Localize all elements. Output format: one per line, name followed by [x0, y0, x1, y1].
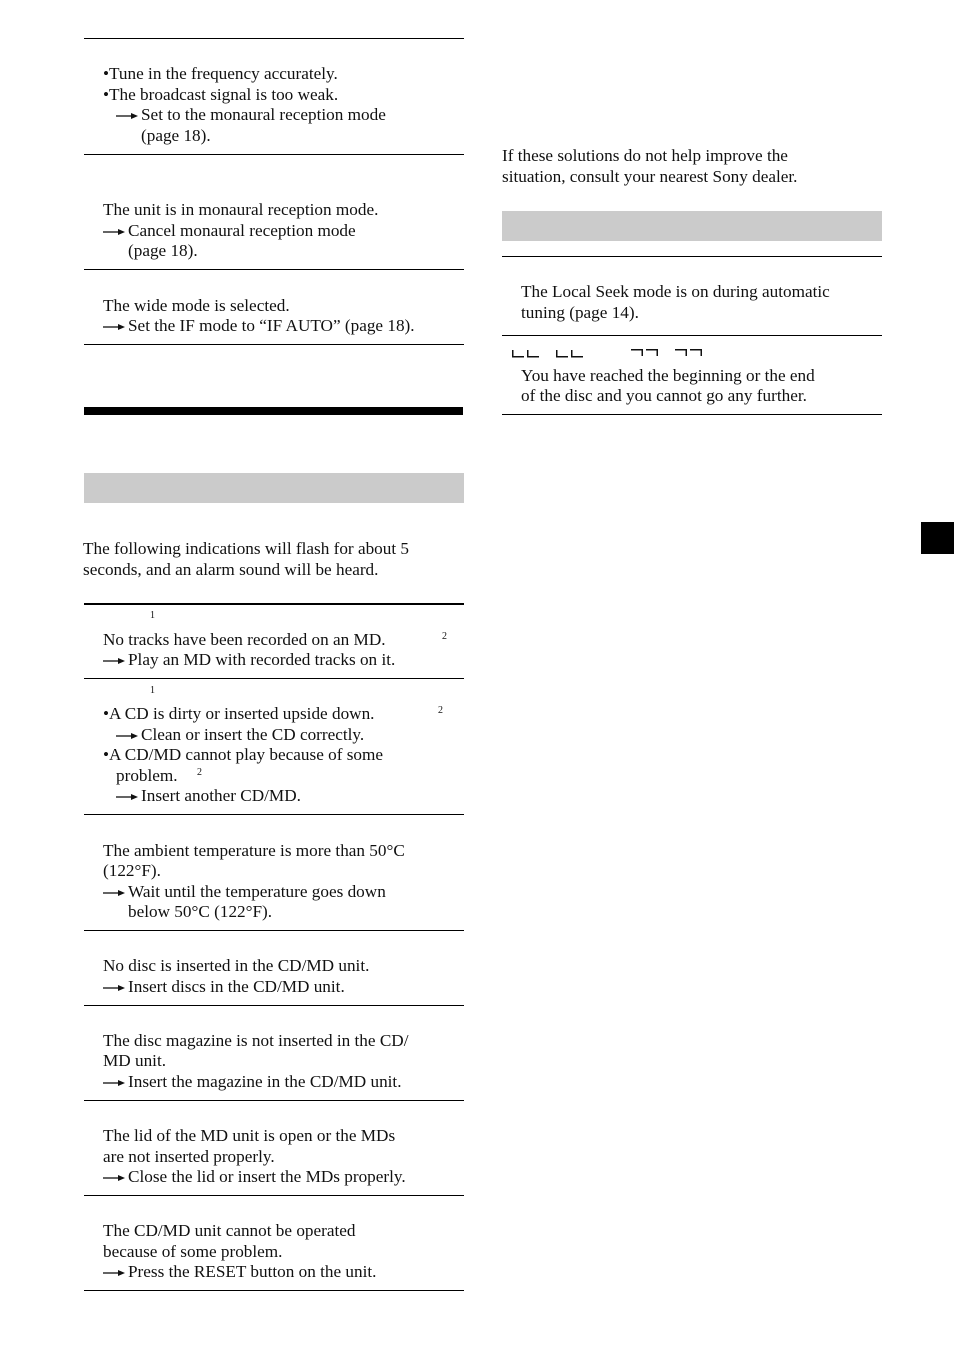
- table-bottom-rule: [84, 1290, 464, 1291]
- footnote-marker: 2: [442, 631, 447, 642]
- bullet-line: •Tune in the frequency accurately.: [103, 64, 338, 83]
- cause-text: (122°F).: [103, 861, 161, 880]
- remedy-line: Insert the magazine in the CD/MD unit.: [103, 1072, 402, 1092]
- cause-text: The Local Seek mode is on during automat…: [521, 282, 830, 301]
- cause-text: No tracks have been recorded on an MD.: [103, 630, 386, 649]
- remedy-text: Clean or insert the CD correctly.: [141, 725, 365, 744]
- cause-text: The broadcast signal is too weak.: [109, 85, 339, 104]
- bullet-cont: problem.: [116, 766, 178, 785]
- cause-text: Tune in the frequency accurately.: [109, 64, 338, 83]
- remedy-line: Clean or insert the CD correctly.: [116, 725, 364, 745]
- arrow-right-icon: [116, 105, 141, 125]
- cause-text: The ambient temperature is more than 50°…: [103, 841, 405, 860]
- remedy-text: Cancel monaural reception mode: [128, 221, 356, 240]
- row-divider: [84, 814, 464, 815]
- remedy-line: Cancel monaural reception mode: [103, 221, 356, 241]
- cause-text: are not inserted properly.: [103, 1147, 275, 1166]
- cause-text: MD unit.: [103, 1051, 167, 1070]
- intro-line: The following indications will flash for…: [83, 539, 410, 558]
- cause-text: because of some problem.: [103, 1242, 283, 1261]
- arrow-right-icon: [103, 1072, 128, 1092]
- remedy-cont: (page 18).: [128, 241, 198, 260]
- arrow-right-icon: [103, 977, 128, 997]
- remedy-text: Press the RESET button on the unit.: [128, 1262, 377, 1281]
- consult-line: situation, consult your nearest Sony dea…: [502, 167, 798, 186]
- remedy-text: Play an MD with recorded tracks on it.: [128, 650, 396, 669]
- subheading-band: [502, 211, 882, 241]
- row-divider: [84, 930, 464, 931]
- remedy-cont: (page 18).: [141, 126, 211, 145]
- cause-text: The unit is in monaural reception mode.: [103, 200, 379, 219]
- lcd-end-icon: [675, 349, 702, 356]
- cause-text: The disc magazine is not inserted in the…: [103, 1031, 409, 1050]
- consult-line: If these solutions do not help improve t…: [502, 146, 788, 165]
- table-bottom-rule: [84, 344, 464, 345]
- remedy-line: Insert another CD/MD.: [116, 786, 301, 806]
- cause-text: You have reached the beginning or the en…: [521, 366, 815, 385]
- remedy-text: Set the IF mode to “IF AUTO” (page 18).: [128, 316, 415, 335]
- remedy-text: Wait until the temperature goes down: [128, 882, 386, 901]
- lcd-begin-icon: [512, 350, 539, 358]
- remedy-line: Play an MD with recorded tracks on it.: [103, 650, 395, 670]
- row-divider: [84, 678, 464, 679]
- cause-text: of the disc and you cannot go any furthe…: [521, 386, 807, 405]
- remedy-line: Wait until the temperature goes down: [103, 882, 386, 902]
- row-divider: [84, 1195, 464, 1196]
- page-index-tab: [921, 522, 954, 554]
- row-divider: [84, 269, 464, 270]
- table-bottom-rule: [502, 414, 882, 415]
- lcd-end-icon: [631, 349, 658, 356]
- remedy-line: Set the IF mode to “IF AUTO” (page 18).: [103, 316, 415, 336]
- row-divider: [84, 154, 464, 155]
- row-divider: [84, 1005, 464, 1006]
- row-divider: [84, 1100, 464, 1101]
- footnote-marker: 2: [438, 705, 443, 716]
- footnote-marker: 2: [197, 767, 202, 778]
- intro-line: seconds, and an alarm sound will be hear…: [83, 560, 379, 579]
- remedy-line: Insert discs in the CD/MD unit.: [103, 977, 345, 997]
- subheading-band: [84, 473, 464, 503]
- table-top-rule: [84, 38, 464, 39]
- row-divider: [502, 335, 882, 336]
- cause-text: A CD/MD cannot play because of some: [109, 745, 384, 764]
- arrow-right-icon: [116, 786, 141, 806]
- remedy-text: Set to the monaural reception mode: [141, 105, 386, 124]
- arrow-right-icon: [103, 882, 128, 902]
- remedy-cont: below 50°C (122°F).: [128, 902, 273, 921]
- footnote-marker: 1: [150, 685, 155, 696]
- table-top-rule: [84, 603, 464, 605]
- cause-text: The wide mode is selected.: [103, 296, 290, 315]
- remedy-text: Insert discs in the CD/MD unit.: [128, 977, 345, 996]
- remedy-text: Close the lid or insert the MDs properly…: [128, 1167, 406, 1186]
- bullet-line: •The broadcast signal is too weak.: [103, 85, 339, 104]
- cause-text: A CD is dirty or inserted upside down.: [109, 704, 375, 723]
- cause-text: tuning (page 14).: [521, 303, 639, 322]
- remedy-text: Insert the magazine in the CD/MD unit.: [128, 1072, 402, 1091]
- bullet-line: •A CD/MD cannot play because of some: [103, 745, 384, 764]
- arrow-right-icon: [103, 221, 128, 241]
- lcd-begin-icon: [556, 350, 583, 358]
- cause-text: The lid of the MD unit is open or the MD…: [103, 1126, 396, 1145]
- arrow-right-icon: [103, 1262, 128, 1282]
- remedy-line: Press the RESET button on the unit.: [103, 1262, 376, 1282]
- remedy-line: Set to the monaural reception mode: [116, 105, 386, 125]
- section-heading-bar: [84, 407, 463, 415]
- arrow-right-icon: [103, 1167, 128, 1187]
- bullet-line: •A CD is dirty or inserted upside down.: [103, 704, 375, 723]
- arrow-right-icon: [103, 316, 128, 336]
- arrow-right-icon: [116, 725, 141, 745]
- cause-text: No disc is inserted in the CD/MD unit.: [103, 956, 370, 975]
- remedy-line: Close the lid or insert the MDs properly…: [103, 1167, 406, 1187]
- table-top-rule: [502, 256, 882, 257]
- cause-line: No tracks have been recorded on an MD.: [103, 630, 386, 650]
- remedy-text: Insert another CD/MD.: [141, 786, 301, 805]
- arrow-right-icon: [103, 650, 128, 670]
- cause-text: The CD/MD unit cannot be operated: [103, 1221, 356, 1240]
- footnote-marker: 1: [150, 610, 155, 621]
